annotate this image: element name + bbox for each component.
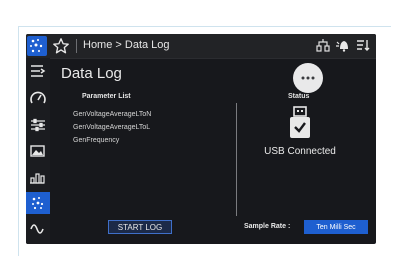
- parameter-list-header: Parameter List: [82, 93, 131, 100]
- top-bar-divider: [76, 39, 77, 53]
- waveform-icon[interactable]: [26, 218, 50, 240]
- usb-drive-icon: [288, 106, 312, 145]
- gauge-icon[interactable]: [26, 87, 50, 109]
- photo-icon[interactable]: [26, 140, 50, 162]
- menu-expand-icon[interactable]: [26, 60, 50, 82]
- top-bar-actions: [316, 38, 370, 52]
- more-options-button[interactable]: [293, 63, 323, 93]
- panel-divider: [236, 103, 237, 216]
- star-icon[interactable]: [52, 37, 70, 55]
- parameter-item[interactable]: GenVoltageAverageLToN: [73, 110, 151, 123]
- parameter-item[interactable]: GenFrequency: [73, 136, 151, 149]
- ellipsis-icon: [301, 76, 315, 80]
- page-title: Data Log: [61, 65, 122, 82]
- bar-chart-icon[interactable]: [26, 166, 50, 188]
- app-network-icon[interactable]: [27, 36, 47, 56]
- breadcrumb[interactable]: Home > Data Log: [83, 39, 170, 51]
- tree-icon[interactable]: [316, 38, 330, 52]
- usb-status-text: USB Connected: [264, 146, 336, 157]
- status-header: Status: [288, 93, 310, 100]
- app-screen: Home > Data Log Data Log Parameter List …: [26, 34, 376, 244]
- top-bar: Home > Data Log: [26, 34, 376, 59]
- sample-rate-label: Sample Rate :: [244, 223, 291, 230]
- alarm-bell-icon[interactable]: [335, 38, 351, 52]
- sidebar: [26, 58, 50, 244]
- sample-rate-select[interactable]: Ten Milli Sec: [304, 220, 368, 234]
- sort-list-icon[interactable]: [356, 38, 370, 52]
- sliders-icon[interactable]: [26, 114, 50, 136]
- data-log-icon[interactable]: [26, 192, 50, 214]
- parameter-list: GenVoltageAverageLToN GenVoltageAverageL…: [73, 110, 151, 149]
- parameter-item[interactable]: GenVoltageAverageLToL: [73, 123, 151, 136]
- start-log-button[interactable]: START LOG: [108, 220, 172, 234]
